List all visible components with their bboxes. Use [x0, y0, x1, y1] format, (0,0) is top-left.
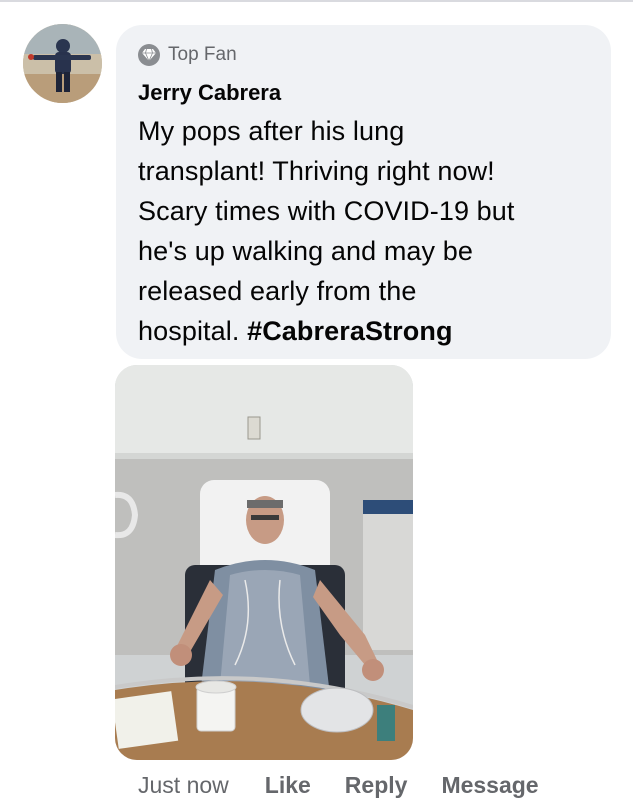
- comment-line: hospital.: [138, 316, 248, 346]
- comment-line: transplant! Thriving right now!: [138, 156, 495, 186]
- comment-line: Scary times with COVID-19 but: [138, 196, 515, 226]
- badge-label: Top Fan: [168, 44, 237, 65]
- top-fan-badge: Top Fan: [138, 41, 589, 69]
- comment-line-last: hospital. #CabreraStrong: [138, 311, 589, 351]
- comment-line: he's up walking and may be: [138, 236, 473, 266]
- comment-bubble: Top Fan Jerry Cabrera My pops after his …: [116, 25, 611, 359]
- reply-button[interactable]: Reply: [345, 772, 408, 799]
- diamond-icon: [138, 44, 160, 66]
- top-divider: [0, 0, 633, 2]
- comment-line: My pops after his lung: [138, 116, 405, 146]
- attached-photo[interactable]: [115, 365, 413, 760]
- hospital-photo: [115, 365, 413, 760]
- comment-line: released early from the: [138, 276, 417, 306]
- avatar[interactable]: [23, 24, 102, 103]
- comment-text: My pops after his lung transplant! Thriv…: [138, 111, 589, 351]
- timestamp: Just now: [138, 771, 229, 798]
- author-name[interactable]: Jerry Cabrera: [138, 79, 589, 107]
- avatar-photo: [23, 24, 102, 103]
- comment-actions: Just now Like Reply Message: [138, 770, 573, 800]
- hashtag-link[interactable]: #CabreraStrong: [247, 316, 452, 346]
- like-button[interactable]: Like: [265, 772, 311, 799]
- message-button[interactable]: Message: [441, 772, 538, 799]
